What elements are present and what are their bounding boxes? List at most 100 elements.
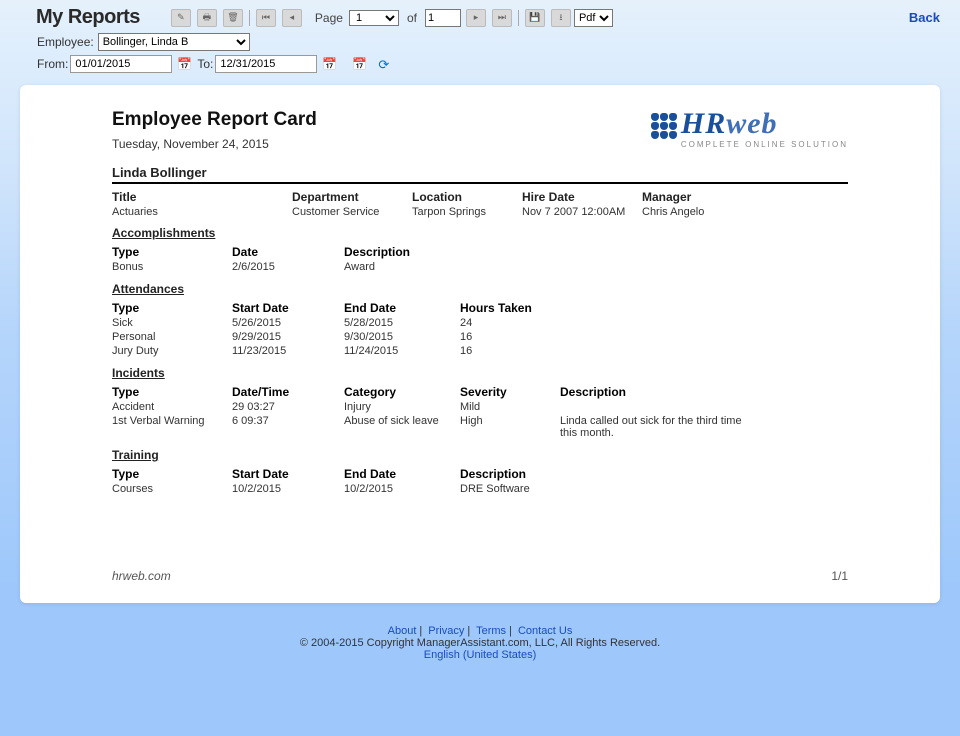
to-date-input[interactable] [215, 55, 317, 73]
footer-contact[interactable]: Contact Us [518, 625, 572, 637]
print-icon[interactable]: 🖶 [197, 9, 217, 27]
employee-select[interactable]: Bollinger, Linda B [98, 33, 250, 51]
logo-subtitle: COMPLETE ONLINE SOLUTION [681, 141, 848, 149]
val-location: Tarpon Springs [412, 204, 522, 218]
col-hire: Hire Date [522, 190, 642, 204]
acc-h-desc: Description [344, 244, 544, 260]
from-calendar-icon[interactable]: 📅 [177, 57, 192, 72]
next-page-icon[interactable]: ▸ [466, 9, 486, 27]
trn-0-start: 10/2/2015 [232, 482, 344, 496]
refresh-icon[interactable]: ⟳ [378, 57, 393, 72]
inc-1-sev: High [460, 414, 560, 440]
section-accomplishments: Accomplishments [112, 226, 848, 240]
page-footer: About| Privacy| Terms| Contact Us © 2004… [0, 625, 960, 661]
val-department: Customer Service [292, 204, 412, 218]
val-hire: Nov 7 2007 12:00AM [522, 204, 642, 218]
trn-0-desc: DRE Software [460, 482, 660, 496]
inc-0-desc [560, 400, 760, 414]
toolbar-separator-2 [518, 10, 519, 26]
trn-h-type: Type [112, 466, 232, 482]
att-2-hours: 16 [460, 344, 560, 358]
toolbar-separator [249, 10, 250, 26]
footer-terms[interactable]: Terms [476, 625, 506, 637]
report-toolbar: My Reports ✎ 🖶 🗑 ⏮ ◂ Page 1 of ▸ ⏭ 💾 ⭳ P… [0, 0, 960, 33]
report-title: Employee Report Card [112, 109, 317, 131]
att-0-hours: 24 [460, 316, 560, 330]
inc-1-type: 1st Verbal Warning [112, 414, 232, 440]
att-2-end: 11/24/2015 [344, 344, 460, 358]
inc-h-desc: Description [560, 384, 760, 400]
tool-icon-1[interactable]: ✎ [171, 9, 191, 27]
print-batch-icon[interactable]: 🗑 [223, 9, 243, 27]
first-page-icon[interactable]: ⏮ [256, 9, 276, 27]
filter-row-2: From: 📅 To: 📅 📅 ⟳ [0, 53, 960, 85]
acc-date: 2/6/2015 [232, 260, 344, 274]
att-h-type: Type [112, 300, 232, 316]
from-label: From: [37, 57, 68, 71]
col-department: Department [292, 190, 412, 204]
trn-h-desc: Description [460, 466, 660, 482]
inc-h-cat: Category [344, 384, 460, 400]
acc-desc: Award [344, 260, 544, 274]
att-2-type: Jury Duty [112, 344, 232, 358]
att-1-hours: 16 [460, 330, 560, 344]
prev-page-icon[interactable]: ◂ [282, 9, 302, 27]
save-icon[interactable]: 💾 [525, 9, 545, 27]
inc-1-dt: 6 09:37 [232, 414, 344, 440]
report-date: Tuesday, November 24, 2015 [112, 137, 317, 151]
format-select[interactable]: Pdf [574, 9, 613, 27]
att-2-start: 11/23/2015 [232, 344, 344, 358]
page-label: Page [315, 11, 343, 25]
from-date-input[interactable] [70, 55, 172, 73]
inc-0-dt: 29 03:27 [232, 400, 344, 414]
att-h-start: Start Date [232, 300, 344, 316]
last-page-icon[interactable]: ⏭ [492, 9, 512, 27]
val-manager: Chris Angelo [642, 204, 752, 218]
export-icon[interactable]: ⭳ [551, 9, 571, 27]
att-0-start: 5/26/2015 [232, 316, 344, 330]
trn-h-start: Start Date [232, 466, 344, 482]
to-calendar-icon[interactable]: 📅 [322, 57, 337, 72]
inc-0-cat: Injury [344, 400, 460, 414]
att-0-end: 5/28/2015 [344, 316, 460, 330]
col-manager: Manager [642, 190, 752, 204]
logo-text-web: web [726, 107, 777, 140]
footer-privacy[interactable]: Privacy [428, 625, 464, 637]
logo-text-hr: HR [681, 107, 726, 140]
footer-copyright: © 2004-2015 Copyright ManagerAssistant.c… [300, 637, 660, 649]
acc-h-date: Date [232, 244, 344, 260]
page-current-select[interactable]: 1 [349, 10, 399, 26]
inc-1-desc: Linda called out sick for the third time… [560, 414, 760, 440]
section-training: Training [112, 448, 848, 462]
report-page: Employee Report Card Tuesday, November 2… [20, 85, 940, 603]
page-of-label: of [407, 11, 417, 25]
report-footer-page: 1/1 [831, 569, 848, 583]
att-0-type: Sick [112, 316, 232, 330]
acc-h-type: Type [112, 244, 232, 260]
att-h-hours: Hours Taken [460, 300, 560, 316]
acc-type: Bonus [112, 260, 232, 274]
att-1-start: 9/29/2015 [232, 330, 344, 344]
inc-h-type: Type [112, 384, 232, 400]
val-title: Actuaries [112, 204, 292, 218]
hrweb-logo: HRweb COMPLETE ONLINE SOLUTION [651, 109, 848, 149]
section-attendances: Attendances [112, 282, 848, 296]
trn-h-end: End Date [344, 466, 460, 482]
logo-mark-icon [651, 109, 677, 139]
inc-h-dt: Date/Time [232, 384, 344, 400]
app-title: My Reports [36, 6, 140, 29]
att-h-end: End Date [344, 300, 460, 316]
inc-h-sev: Severity [460, 384, 560, 400]
footer-about[interactable]: About [388, 625, 417, 637]
trn-0-end: 10/2/2015 [344, 482, 460, 496]
inc-0-type: Accident [112, 400, 232, 414]
filter-row-1: Employee: Bollinger, Linda B [0, 33, 960, 53]
page-total-field [425, 9, 461, 27]
col-location: Location [412, 190, 522, 204]
employee-name: Linda Bollinger [112, 165, 848, 184]
run-calendar-icon[interactable]: 📅 [352, 57, 367, 72]
inc-1-cat: Abuse of sick leave [344, 414, 460, 440]
back-link[interactable]: Back [909, 10, 940, 25]
footer-locale[interactable]: English (United States) [424, 649, 537, 661]
att-1-type: Personal [112, 330, 232, 344]
